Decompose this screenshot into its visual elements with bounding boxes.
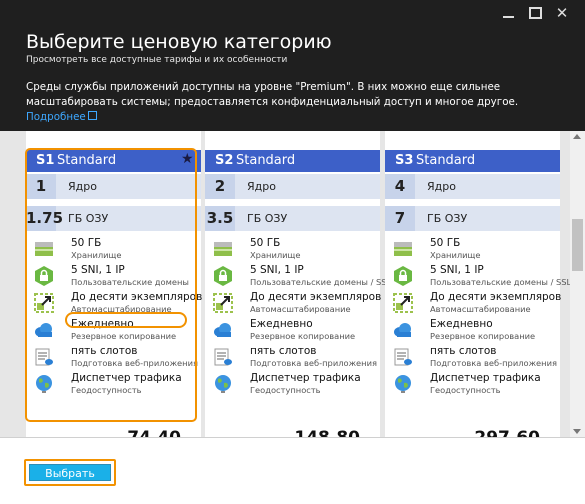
more-link[interactable]: Подробнее xyxy=(26,111,97,123)
feature-storage: 50 ГБ Хранилище xyxy=(205,235,380,261)
ram-row: 7 ГБ ОЗУ xyxy=(385,206,560,231)
feature-title: Диспетчер трафика xyxy=(250,372,361,384)
storage-icon xyxy=(214,242,232,256)
ram-label: ГБ ОЗУ xyxy=(427,212,468,225)
globe-icon xyxy=(215,375,231,393)
cores-row: 4 Ядро xyxy=(385,174,560,199)
feature-subtitle: Геодоступность xyxy=(250,385,321,395)
feature-title: До десяти экземпляров xyxy=(430,291,562,303)
plan-tier: S3 xyxy=(395,153,414,168)
feature-subtitle: Автомасштабирование xyxy=(430,304,531,314)
feature-ssl: 5 SNI, 1 IP Пользовательские домены / SS… xyxy=(385,262,570,288)
feature-traffic: Диспетчер трафика Геодоступность xyxy=(205,370,380,396)
lock-icon xyxy=(394,266,412,286)
scale-icon xyxy=(213,293,233,313)
external-link-icon[interactable] xyxy=(87,111,97,120)
more-link-label[interactable]: Подробнее xyxy=(26,111,86,123)
document-slots-icon xyxy=(394,348,412,366)
feature-title: Диспетчер трафика xyxy=(430,372,541,384)
close-icon[interactable]: ✕ xyxy=(553,6,571,21)
ram-row: 3.5 ГБ ОЗУ xyxy=(205,206,380,231)
feature-subtitle: Хранилище xyxy=(250,250,301,260)
cores-label: Ядро xyxy=(247,180,276,193)
page-subtitle: Просмотреть все доступные тарифы и их ос… xyxy=(26,55,288,65)
feature-instances: До десяти экземпляров Автомасштабировани… xyxy=(205,289,382,315)
plan-card-s3[interactable]: S3 Standard 4 Ядро 7 ГБ ОЗУ 50 ГБ Хранил… xyxy=(385,131,570,437)
ram-label: ГБ ОЗУ xyxy=(247,212,288,225)
feature-title: Ежедневно xyxy=(250,318,313,330)
feature-backup: Ежедневно Резервное копирование xyxy=(205,316,380,342)
description: Среды службы приложений доступны на уров… xyxy=(26,80,571,125)
plan-name: Standard xyxy=(236,153,296,168)
feature-ssl: 5 SNI, 1 IP Пользовательские домены / SS… xyxy=(205,262,391,288)
feature-subtitle: Резервное копирование xyxy=(250,331,356,341)
feature-subtitle: Пользовательские домены / SSL xyxy=(430,277,570,287)
feature-slots: пять слотов Подготовка веб-приложения xyxy=(205,343,380,369)
feature-subtitle: Хранилище xyxy=(430,250,481,260)
cloud-backup-icon xyxy=(214,323,231,337)
autoscale-highlight xyxy=(65,312,187,328)
feature-backup: Ежедневно Резервное копирование xyxy=(385,316,560,342)
cores-row: 2 Ядро xyxy=(205,174,380,199)
plan-card-s2[interactable]: S2 Standard 2 Ядро 3.5 ГБ ОЗУ 50 ГБ Хран… xyxy=(205,131,391,437)
select-button[interactable]: Выбрать xyxy=(29,464,111,481)
feature-title: До десяти экземпляров xyxy=(250,291,382,303)
description-text: Среды службы приложений доступны на уров… xyxy=(26,81,519,108)
feature-title: пять слотов xyxy=(430,345,497,357)
plan-tier: S2 xyxy=(215,153,234,168)
plan-price: 74,40 xyxy=(26,428,201,437)
globe-icon xyxy=(395,375,411,393)
plan-header[interactable]: S2 Standard xyxy=(205,150,380,172)
feature-subtitle: Подготовка веб-приложения xyxy=(430,358,557,368)
selected-plan-highlight xyxy=(25,148,197,422)
lock-icon xyxy=(214,266,232,286)
feature-title: 5 SNI, 1 IP xyxy=(250,264,304,276)
feature-subtitle: Резервное копирование xyxy=(430,331,536,341)
vertical-scrollbar[interactable] xyxy=(570,131,585,437)
scroll-up-icon[interactable] xyxy=(573,134,581,139)
feature-title: 50 ГБ xyxy=(430,237,461,249)
document-slots-icon xyxy=(214,348,232,366)
scroll-down-icon[interactable] xyxy=(573,429,581,434)
feature-title: 50 ГБ xyxy=(250,237,281,249)
minimize-icon[interactable] xyxy=(500,6,518,20)
feature-title: пять слотов xyxy=(250,345,317,357)
maximize-icon[interactable] xyxy=(526,6,544,20)
plan-name: Standard xyxy=(416,153,476,168)
cores-value: 4 xyxy=(385,174,415,199)
plan-price: 297,60 xyxy=(385,428,560,437)
feature-subtitle: Подготовка веб-приложения xyxy=(250,358,377,368)
feature-slots: пять слотов Подготовка веб-приложения xyxy=(385,343,560,369)
feature-instances: До десяти экземпляров Автомасштабировани… xyxy=(385,289,562,315)
page-title: Выберите ценовую категорию xyxy=(26,31,332,53)
footer: Выбрать xyxy=(0,437,585,504)
feature-subtitle: Автомасштабирование xyxy=(250,304,351,314)
pricing-tier-window: ✕ Выберите ценовую категорию Просмотреть… xyxy=(0,0,585,504)
storage-icon xyxy=(394,242,412,256)
feature-subtitle: Геодоступность xyxy=(430,385,501,395)
feature-subtitle: Пользовательские домены / SSL xyxy=(250,277,392,287)
feature-title: 5 SNI, 1 IP xyxy=(430,264,484,276)
scrollbar-thumb[interactable] xyxy=(572,219,583,271)
cores-label: Ядро xyxy=(427,180,456,193)
feature-storage: 50 ГБ Хранилище xyxy=(385,235,560,261)
select-button-highlight: Выбрать xyxy=(24,459,116,486)
cores-value: 2 xyxy=(205,174,235,199)
scale-icon xyxy=(393,293,413,313)
plan-header[interactable]: S3 Standard xyxy=(385,150,560,172)
feature-title: Ежедневно xyxy=(430,318,493,330)
ram-value: 3.5 xyxy=(205,206,235,231)
cloud-backup-icon xyxy=(394,323,411,337)
feature-traffic: Диспетчер трафика Геодоступность xyxy=(385,370,560,396)
ram-value: 7 xyxy=(385,206,415,231)
plan-price: 148,80 xyxy=(205,428,380,437)
header: ✕ Выберите ценовую категорию Просмотреть… xyxy=(0,0,585,131)
